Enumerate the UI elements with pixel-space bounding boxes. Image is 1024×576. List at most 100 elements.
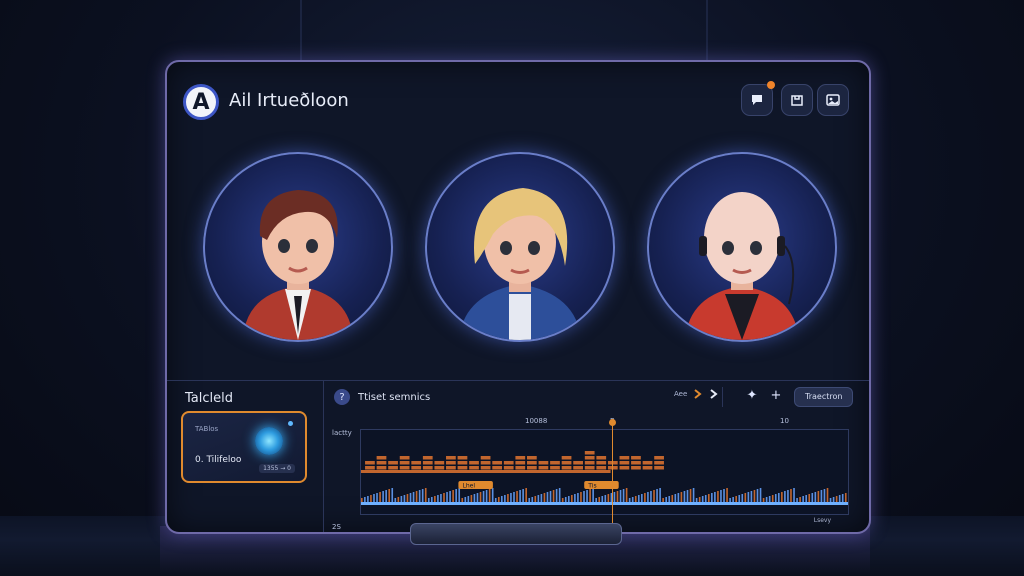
waveform-bar [461,498,464,502]
clip-bar[interactable] [619,461,630,465]
help-icon[interactable]: ? [334,389,350,405]
box-button[interactable] [781,84,813,116]
clip-bar[interactable] [573,461,583,465]
clip-bar[interactable] [619,466,630,470]
avatar-blonde-hair[interactable] [425,152,615,342]
clip-bar[interactable] [573,466,583,470]
clip-bar[interactable] [469,466,479,470]
clip-bar[interactable] [561,466,572,470]
clip-bar[interactable] [480,456,491,460]
waveform-bar [522,489,524,502]
waveform-bar [683,491,686,502]
clip-bar[interactable] [376,461,387,465]
chevron-right-icon[interactable] [709,389,719,399]
clip-bar[interactable] [480,466,491,470]
clip-bar[interactable] [515,466,526,470]
clip-bar[interactable] [631,461,641,465]
clip-bar[interactable] [584,456,595,460]
app-logo[interactable]: A [183,84,219,120]
clip-bar[interactable] [654,456,664,460]
clip-bar[interactable] [388,466,398,470]
waveform-bar [793,488,795,502]
clip-bar[interactable] [584,451,595,455]
clip-bar[interactable] [434,466,445,470]
clip-bar[interactable] [631,456,641,460]
clip-bar[interactable] [399,456,410,460]
clip-bar[interactable] [492,466,503,470]
clip-bar[interactable] [631,466,641,470]
chevron-right-icon[interactable] [693,389,703,399]
clip-bar[interactable] [492,461,503,465]
clip-bar[interactable] [526,456,537,460]
clip-bar[interactable] [550,466,560,470]
clip-bar[interactable] [550,461,560,465]
image-button[interactable] [817,84,849,116]
waveform-bar [790,489,792,502]
move-tool-icon[interactable]: ✦ [744,387,760,403]
waveform-bar [574,494,576,502]
clip-bar[interactable] [596,466,607,470]
clip-bar[interactable] [480,461,491,465]
waveform-bar [671,495,674,502]
clip-strip[interactable] [361,470,611,473]
clip-bar[interactable] [434,461,445,465]
clip-bar[interactable] [411,466,422,470]
waveform-bar [634,496,637,502]
waveform-bar [677,493,680,502]
playhead[interactable] [609,419,616,532]
waveform-bar [680,492,683,502]
clip-bar[interactable] [469,461,479,465]
clip-bar[interactable] [642,466,653,470]
clip-bar[interactable] [457,456,468,460]
clip-bar[interactable] [422,461,433,465]
clip-bar[interactable] [584,466,595,470]
clip-bar[interactable] [596,461,607,465]
clip-bar[interactable] [399,461,410,465]
clip-bar[interactable] [503,461,514,465]
clip-bar[interactable] [538,466,549,470]
clip-bar[interactable] [376,456,387,460]
clip-bar[interactable] [446,456,456,460]
clip-bar[interactable] [561,456,572,460]
audio-timeline[interactable]: Lhel Tis [360,429,849,515]
clip-bar[interactable] [654,461,664,465]
waveform-bar [759,488,762,502]
waveform-bar [516,491,518,502]
clip-bar[interactable] [619,456,630,460]
waveform-bar [558,488,561,502]
clip-bar[interactable] [457,466,468,470]
selected-character-card[interactable]: TABlos 0. Tilifeloo 1355 → 0 [181,411,307,483]
waveform-bar [476,493,479,502]
add-icon[interactable]: + [768,387,784,403]
track-button[interactable]: Traectron [794,387,854,407]
waveform-bar [644,493,646,502]
clip-bar[interactable] [596,456,607,460]
clip-bar[interactable] [365,466,375,470]
clip-bar[interactable] [376,466,387,470]
playhead-knob[interactable] [609,419,616,426]
clip-bar[interactable] [388,461,398,465]
clip-bar[interactable] [561,461,572,465]
waveform-bar [482,491,485,502]
clip-bar[interactable] [654,466,664,470]
clip-bar[interactable] [446,466,456,470]
clip-bar[interactable] [584,461,595,465]
clip-bar[interactable] [365,461,375,465]
chat-button[interactable] [741,81,775,116]
clip-bar[interactable] [503,466,514,470]
clip-bar[interactable] [446,461,456,465]
avatar-brown-hair[interactable] [203,152,393,342]
clip-bar[interactable] [642,461,653,465]
clip-bar[interactable] [515,461,526,465]
clip-bar[interactable] [422,466,433,470]
clip-bar[interactable] [422,456,433,460]
clip-bar[interactable] [457,461,468,465]
clip-bar[interactable] [538,461,549,465]
clip-bar[interactable] [399,466,410,470]
avatar-bald-headset[interactable] [647,152,837,342]
clip-bar[interactable] [526,461,537,465]
clip-bar[interactable] [411,461,422,465]
waveform-bar [811,493,814,502]
clip-bar[interactable] [515,456,526,460]
clip-bar[interactable] [526,466,537,470]
